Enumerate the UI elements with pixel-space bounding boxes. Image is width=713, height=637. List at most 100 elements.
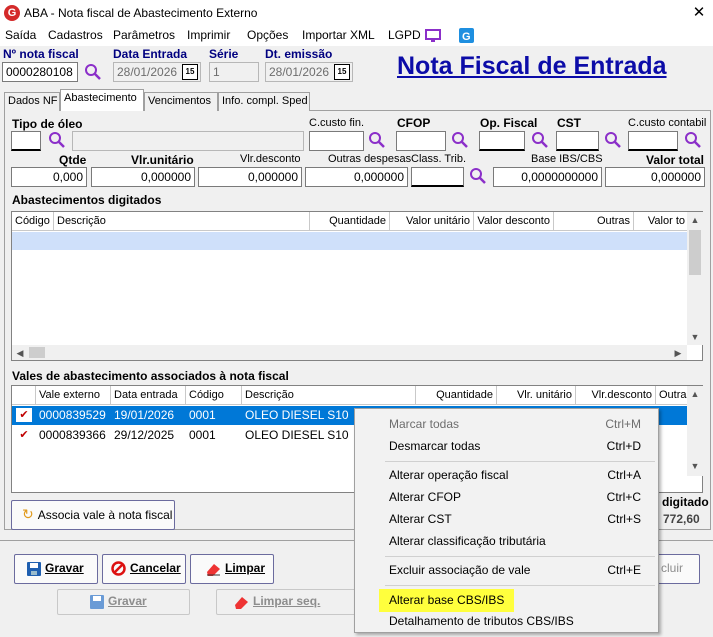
col-outras[interactable]: Outras (554, 212, 634, 230)
menu-item-detalhamento-tributos[interactable]: Detalhamento de tributos CBS/IBS (355, 611, 658, 632)
checkbox-checked-icon[interactable]: ✔ (16, 408, 32, 422)
tab-vencimentos[interactable]: Vencimentos (144, 92, 218, 111)
scroll-up-icon[interactable]: ▲ (687, 212, 703, 228)
col-vale-externo[interactable]: Vale externo (36, 386, 111, 404)
menu-item-alterar-operacao-fiscal[interactable]: Alterar operação fiscal Ctrl+A (355, 465, 658, 486)
menu-lgpd[interactable]: LGPD (388, 28, 421, 42)
menu-cadastros[interactable]: Cadastros (48, 28, 103, 42)
outras-despesas-label: Outras despesas (328, 153, 412, 165)
grid2-title: Vales de abastecimento associados à nota… (12, 369, 289, 383)
cfop-input[interactable] (396, 131, 446, 151)
search-icon[interactable] (531, 131, 549, 149)
search-icon[interactable] (684, 131, 702, 149)
associa-vale-button[interactable]: ↻ Associa vale à nota fiscal (11, 500, 175, 530)
scroll-down-icon[interactable]: ▼ (687, 458, 703, 474)
grid1-header: Código Descrição Quantidade Valor unitár… (12, 212, 702, 231)
scroll-thumb[interactable] (29, 347, 45, 358)
tab-dados-nf[interactable]: Dados NF (4, 92, 60, 111)
valor-total-input[interactable]: 0,000000 (605, 167, 705, 187)
app-logo-icon: G (4, 5, 20, 21)
cell-vale: 0000839529 (39, 408, 106, 422)
scroll-up-icon[interactable]: ▲ (687, 386, 703, 402)
col-descricao[interactable]: Descrição (242, 386, 416, 404)
menu-item-marcar-todas[interactable]: Marcar todas Ctrl+M (355, 414, 658, 435)
menu-item-excluir-associacao[interactable]: Excluir associação de vale Ctrl+E (355, 560, 658, 581)
tipo-oleo-desc-input (72, 131, 304, 151)
col-quantidade[interactable]: Quantidade (416, 386, 497, 404)
abastecimentos-grid[interactable]: Código Descrição Quantidade Valor unitár… (11, 211, 703, 361)
grid2-header: Vale externo Data entrada Código Descriç… (12, 386, 702, 405)
col-quantidade[interactable]: Quantidade (310, 212, 390, 230)
app-g-icon[interactable]: G (459, 28, 474, 43)
empty-row[interactable] (12, 232, 687, 250)
cell-codigo: 0001 (189, 408, 216, 422)
tab-abastecimento[interactable]: Abastecimento (60, 89, 144, 111)
menu-item-alterar-cst[interactable]: Alterar CST Ctrl+S (355, 509, 658, 530)
search-icon[interactable] (451, 131, 469, 149)
vlr-unitario-input[interactable]: 0,000000 (91, 167, 195, 187)
cell-vale: 0000839366 (39, 428, 106, 442)
col-valor-unitario[interactable]: Valor unitário (390, 212, 474, 230)
tab-info-compl-sped[interactable]: Info. compl. Sped (218, 92, 310, 111)
scroll-thumb[interactable] (689, 230, 701, 275)
serie-label: Série (209, 47, 239, 61)
menu-item-alterar-base-cbs-ibs[interactable]: Alterar base CBS/IBS (355, 589, 658, 612)
tipo-oleo-code-input[interactable] (11, 131, 41, 151)
qtde-input[interactable]: 0,000 (11, 167, 87, 187)
menu-item-alterar-cfop[interactable]: Alterar CFOP Ctrl+C (355, 487, 658, 508)
ccusto-fin-input[interactable] (309, 131, 364, 151)
vlr-desconto-input[interactable]: 0,000000 (198, 167, 302, 187)
horizontal-scrollbar[interactable]: ◀ ▶ (12, 345, 687, 360)
vertical-scrollbar[interactable]: ▲ ▼ (687, 212, 703, 345)
eraser-icon (207, 563, 220, 576)
col-valor-total[interactable]: Valor to (634, 212, 688, 230)
col-valor-desconto[interactable]: Valor desconto (474, 212, 554, 230)
close-icon[interactable]: ✕ (690, 3, 708, 21)
menu-item-desmarcar-todas[interactable]: Desmarcar todas Ctrl+D (355, 436, 658, 457)
col-data-entrada[interactable]: Data entrada (111, 386, 186, 404)
search-icon[interactable] (469, 167, 487, 185)
scroll-right-icon[interactable]: ▶ (670, 345, 686, 361)
total-label: digitado (662, 495, 709, 509)
menu-importar-xml[interactable]: Importar XML (302, 28, 375, 42)
checkbox-checked-icon[interactable]: ✔ (16, 428, 32, 442)
gravar-button[interactable]: Gravar (14, 554, 98, 584)
col-check (12, 386, 36, 404)
calendar-icon[interactable]: 15 (334, 64, 350, 80)
monitor-icon[interactable] (425, 29, 441, 43)
scroll-left-icon[interactable]: ◀ (12, 345, 28, 361)
cfop-label: CFOP (397, 116, 431, 130)
base-ibs-input[interactable]: 0,0000000000 (493, 167, 602, 187)
vertical-scrollbar[interactable]: ▲ ▼ (687, 386, 703, 476)
search-icon[interactable] (604, 131, 622, 149)
menu-imprimir[interactable]: Imprimir (187, 28, 230, 42)
col-codigo[interactable]: Código (12, 212, 54, 230)
class-trib-input[interactable] (411, 167, 464, 187)
limpar-button[interactable]: Limpar (190, 554, 274, 584)
nota-input[interactable]: 0000280108 (2, 62, 78, 82)
outras-despesas-input[interactable]: 0,000000 (305, 167, 408, 187)
calendar-icon[interactable]: 15 (182, 64, 198, 80)
op-fiscal-input[interactable] (479, 131, 525, 151)
col-codigo[interactable]: Código (186, 386, 242, 404)
save-icon (27, 561, 41, 576)
cancelar-button[interactable]: Cancelar (102, 554, 186, 584)
ccusto-contabil-input[interactable] (628, 131, 678, 151)
class-trib-label: Class. Trib. (411, 153, 467, 165)
menu-item-alterar-classificacao[interactable]: Alterar classificação tributária (355, 531, 658, 552)
col-descricao[interactable]: Descrição (54, 212, 310, 230)
menu-opcoes[interactable]: Opções (247, 28, 288, 42)
save-icon (90, 594, 104, 609)
scroll-down-icon[interactable]: ▼ (687, 329, 703, 345)
grid1-title: Abastecimentos digitados (12, 193, 162, 207)
search-icon[interactable] (368, 131, 386, 149)
col-vlr-desconto[interactable]: Vlr.desconto (576, 386, 656, 404)
search-icon[interactable] (84, 63, 102, 81)
search-icon[interactable] (48, 131, 66, 149)
gravar-disabled-button: Gravar (57, 589, 190, 615)
col-outras[interactable]: Outras (656, 386, 688, 404)
cst-input[interactable] (556, 131, 599, 151)
menu-saida[interactable]: Saída (5, 28, 36, 42)
menu-parametros[interactable]: Parâmetros (113, 28, 175, 42)
col-vlr-unitario[interactable]: Vlr. unitário (497, 386, 576, 404)
